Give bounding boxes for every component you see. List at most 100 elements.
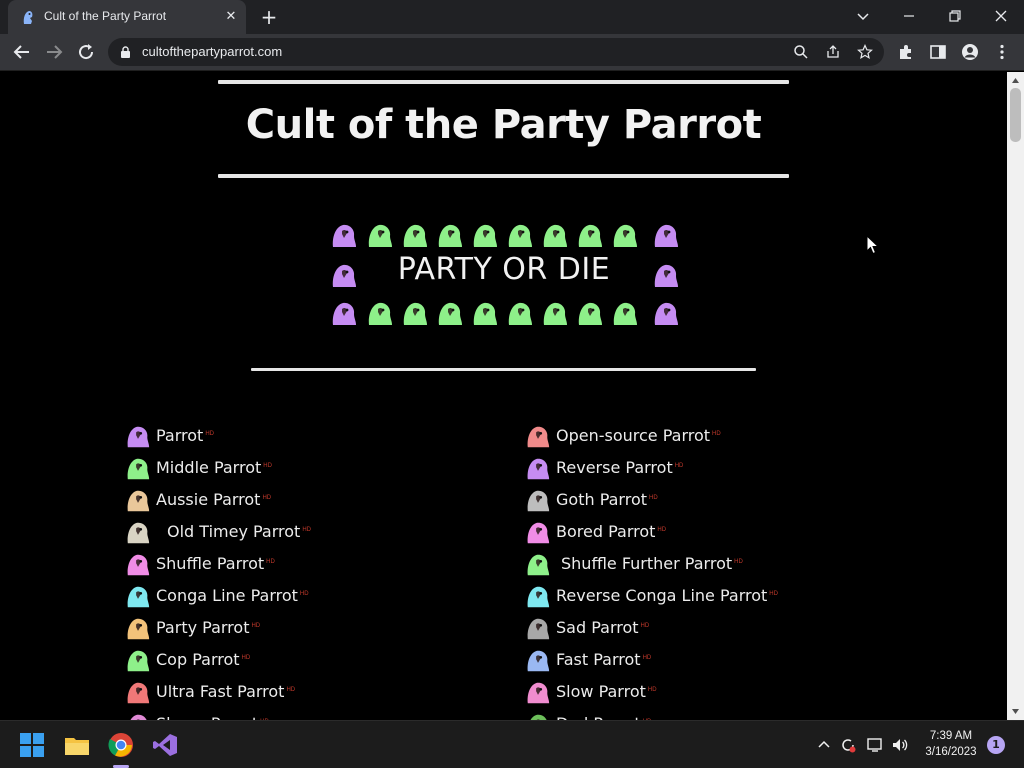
menu-kebab-icon[interactable] xyxy=(993,43,1011,61)
parrot-gif-icon[interactable] xyxy=(525,712,551,720)
tab-search-chevron-icon[interactable] xyxy=(849,4,877,28)
parrot-icon xyxy=(127,586,150,608)
windows-start-icon[interactable] xyxy=(18,731,46,759)
share-icon[interactable] xyxy=(825,44,841,60)
banner-parrot-icon xyxy=(330,262,358,288)
profile-avatar-icon[interactable] xyxy=(961,43,979,61)
hd-badge[interactable]: HD xyxy=(266,559,275,565)
hd-badge[interactable]: HD xyxy=(262,495,271,501)
banner-parrot-icon xyxy=(366,222,394,248)
parrot-name[interactable]: Bored Parrot HD xyxy=(556,522,666,541)
taskbar-clock[interactable]: 7:39 AM 3/16/2023 xyxy=(916,728,986,760)
parrot-gif-icon[interactable] xyxy=(525,488,551,512)
parrot-name[interactable]: Open-source Parrot HD xyxy=(556,426,721,445)
minimize-icon[interactable] xyxy=(895,4,923,28)
active-tab[interactable]: Cult of the Party Parrot ✕ xyxy=(8,0,246,34)
bookmark-star-icon[interactable] xyxy=(857,44,873,60)
back-arrow-icon[interactable] xyxy=(10,40,34,64)
scroll-down-arrow-icon[interactable] xyxy=(1011,707,1020,716)
parrot-name[interactable]: Conga Line Parrot HD xyxy=(156,586,309,605)
parrot-icon xyxy=(368,302,392,325)
show-hidden-icons-chevron-icon[interactable] xyxy=(815,736,833,754)
parrot-gif-icon[interactable] xyxy=(125,616,151,640)
hd-badge[interactable]: HD xyxy=(675,463,684,469)
hd-badge[interactable]: HD xyxy=(657,527,666,533)
parrot-gif-icon[interactable] xyxy=(525,648,551,672)
parrot-name[interactable]: Parrot HD xyxy=(156,426,214,445)
side-panel-icon[interactable] xyxy=(929,43,947,61)
hd-badge[interactable]: HD xyxy=(734,559,743,565)
parrot-gif-icon[interactable] xyxy=(525,520,551,544)
forward-arrow-icon[interactable] xyxy=(42,40,66,64)
parrot-gif-icon[interactable] xyxy=(125,488,151,512)
hd-badge[interactable]: HD xyxy=(251,623,260,629)
extensions-puzzle-icon[interactable] xyxy=(897,43,915,61)
new-tab-button[interactable]: + xyxy=(258,6,280,28)
chrome-icon[interactable] xyxy=(107,731,135,759)
parrot-name[interactable]: Fast Parrot HD xyxy=(556,650,651,669)
parrot-name[interactable]: Shuffle Further Parrot HD xyxy=(561,554,743,573)
parrot-icon xyxy=(403,302,427,325)
parrot-gif-icon[interactable] xyxy=(125,424,151,448)
visual-studio-icon[interactable] xyxy=(151,731,179,759)
hd-badge[interactable]: HD xyxy=(205,431,214,437)
parrot-name[interactable]: Ultra Fast Parrot HD xyxy=(156,682,295,701)
parrot-gif-icon[interactable] xyxy=(125,680,151,704)
hd-badge[interactable]: HD xyxy=(286,687,295,693)
parrot-name[interactable]: Old Timey Parrot HD xyxy=(167,522,311,541)
parrot-name[interactable]: Shuffle Parrot HD xyxy=(156,554,275,573)
hd-badge[interactable]: HD xyxy=(712,431,721,437)
hd-badge[interactable]: HD xyxy=(643,655,652,661)
hd-badge[interactable]: HD xyxy=(648,687,657,693)
hd-badge[interactable]: HD xyxy=(302,527,311,533)
hd-badge[interactable]: HD xyxy=(769,591,778,597)
parrot-name[interactable]: Reverse Conga Line Parrot HD xyxy=(556,586,778,605)
parrot-gif-icon[interactable] xyxy=(525,616,551,640)
parrot-name[interactable]: Slow Parrot HD xyxy=(556,682,657,701)
banner-parrot-icon xyxy=(366,300,394,326)
lock-icon[interactable] xyxy=(120,46,131,58)
address-bar[interactable]: cultofthepartyparrot.com xyxy=(108,38,884,66)
restore-icon[interactable] xyxy=(941,4,969,28)
parrot-gif-icon[interactable] xyxy=(525,424,551,448)
scroll-up-arrow-icon[interactable] xyxy=(1011,76,1020,85)
hd-badge[interactable]: HD xyxy=(649,495,658,501)
party-or-die-text: PARTY OR DIE xyxy=(397,252,611,287)
hd-badge[interactable]: HD xyxy=(641,623,650,629)
parrot-gif-icon[interactable] xyxy=(125,520,151,544)
parrot-gif-icon[interactable] xyxy=(525,680,551,704)
reload-icon[interactable] xyxy=(74,40,98,64)
parrot-name[interactable]: Cop Parrot HD xyxy=(156,650,250,669)
parrot-icon xyxy=(578,302,602,325)
parrot-icon xyxy=(127,554,150,576)
parrot-name[interactable]: Party Parrot HD xyxy=(156,618,260,637)
parrot-icon xyxy=(530,714,547,720)
tab-close-icon[interactable]: ✕ xyxy=(222,8,240,26)
file-explorer-icon[interactable] xyxy=(63,731,91,759)
hd-badge[interactable]: HD xyxy=(263,463,272,469)
parrot-gif-icon[interactable] xyxy=(125,584,151,608)
hd-badge[interactable]: HD xyxy=(300,591,309,597)
parrot-name[interactable]: Sad Parrot HD xyxy=(556,618,649,637)
parrot-name[interactable]: Middle Parrot HD xyxy=(156,458,272,477)
scroll-thumb[interactable] xyxy=(1010,88,1021,142)
parrot-gif-icon[interactable] xyxy=(525,584,551,608)
page-scrollbar[interactable] xyxy=(1007,72,1024,720)
parrot-gif-icon[interactable] xyxy=(125,552,151,576)
search-icon[interactable] xyxy=(793,44,809,60)
volume-icon[interactable] xyxy=(891,736,909,754)
parrot-gif-icon[interactable] xyxy=(125,712,151,720)
parrot-gif-icon[interactable] xyxy=(525,552,551,576)
network-icon[interactable] xyxy=(866,736,884,754)
close-window-icon[interactable] xyxy=(987,4,1015,28)
parrot-name[interactable]: Aussie Parrot HD xyxy=(156,490,271,509)
parrot-name[interactable]: Goth Parrot HD xyxy=(556,490,658,509)
parrot-gif-icon[interactable] xyxy=(125,648,151,672)
url-text[interactable]: cultofthepartyparrot.com xyxy=(142,44,282,59)
sync-status-icon[interactable] xyxy=(839,736,857,754)
notification-badge[interactable]: 1 xyxy=(987,736,1005,754)
parrot-gif-icon[interactable] xyxy=(525,456,551,480)
hd-badge[interactable]: HD xyxy=(242,655,251,661)
parrot-name[interactable]: Reverse Parrot HD xyxy=(556,458,683,477)
parrot-gif-icon[interactable] xyxy=(125,456,151,480)
